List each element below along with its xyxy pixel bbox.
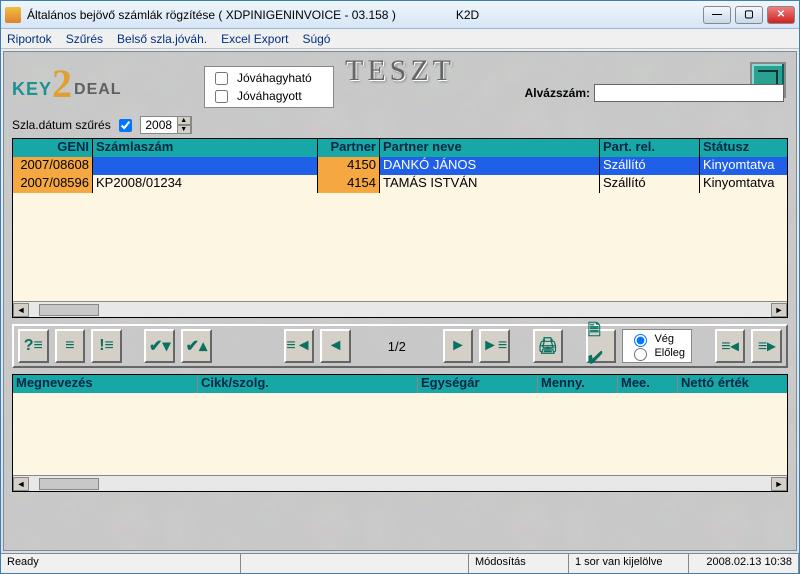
minimize-button[interactable]: —: [703, 6, 731, 24]
col-cikk[interactable]: Cikk/szolg.: [198, 375, 418, 393]
header-row: KEY2DEAL TESZT Jóváhagyható Jóváhagyott …: [4, 52, 796, 112]
invoice-grid: GENI Számlaszám Partner Partner neve Par…: [12, 138, 788, 318]
spin-down-icon[interactable]: ▼: [177, 125, 191, 134]
key2deal-logo: KEY2DEAL: [12, 72, 122, 107]
chk-jovahagyott[interactable]: Jóváhagyott: [211, 87, 327, 105]
doc-check-button[interactable]: 🗎✔: [586, 329, 617, 363]
scroll-thumb[interactable]: [39, 478, 99, 490]
filter-checkbox[interactable]: [119, 119, 132, 132]
list-button[interactable]: ≡: [55, 329, 86, 363]
col-megnevezes[interactable]: Megnevezés: [13, 375, 198, 393]
approve-down-button[interactable]: ✔▾: [144, 329, 175, 363]
help-button[interactable]: ?≡: [18, 329, 49, 363]
export-right-button[interactable]: ≡▸: [751, 329, 782, 363]
chk-jovahagyhato[interactable]: Jóváhagyható: [211, 69, 327, 87]
alvazszam-label: Alvázszám:: [525, 86, 590, 100]
first-page-button[interactable]: ≡◄: [284, 329, 315, 363]
col-netto[interactable]: Nettó érték: [678, 375, 787, 393]
col-statusz[interactable]: Státusz: [700, 139, 787, 157]
radio-veg[interactable]: Vég: [629, 332, 685, 346]
warn-list-button[interactable]: !≡: [91, 329, 122, 363]
scroll-thumb[interactable]: [39, 304, 99, 316]
status-ready: Ready: [1, 554, 241, 573]
close-button[interactable]: ✕: [767, 6, 795, 24]
radio-eloleg[interactable]: Előleg: [629, 346, 685, 360]
menubar: Riportok Szűrés Belső szla.jóváh. Excel …: [1, 29, 799, 49]
export-left-button[interactable]: ≡◂: [715, 329, 746, 363]
col-egysegar[interactable]: Egységár: [418, 375, 538, 393]
status-datetime: 2008.02.13 10:38: [689, 554, 799, 573]
app-icon: [5, 7, 21, 23]
scroll-left-icon[interactable]: ◄: [13, 303, 29, 317]
status-modositas: Módosítás: [469, 554, 569, 573]
print-button[interactable]: 🖨: [533, 329, 564, 363]
app-window: Általános bejövő számlák rögzítése ( XDP…: [0, 0, 800, 574]
col-part-rel[interactable]: Part. rel.: [600, 139, 700, 157]
last-page-button[interactable]: ►≡: [479, 329, 510, 363]
year-spinner[interactable]: ▲▼: [140, 116, 192, 134]
col-mee[interactable]: Mee.: [618, 375, 678, 393]
veg-eloleg-radio-group: Vég Előleg: [622, 329, 692, 363]
spin-up-icon[interactable]: ▲: [177, 116, 191, 125]
scroll-right-icon[interactable]: ►: [771, 303, 787, 317]
menu-sugo[interactable]: Súgó: [302, 32, 330, 46]
middle-toolbar: ?≡ ≡ !≡ ✔▾ ✔▴ ≡◄ ◄ 1/2 ► ►≡ 🖨 🗎✔ Vég Elő…: [12, 324, 788, 368]
scroll-left-icon[interactable]: ◄: [13, 477, 29, 491]
scroll-right-icon[interactable]: ►: [771, 477, 787, 491]
maximize-button[interactable]: ▢: [735, 6, 763, 24]
grid-row[interactable]: 2007/08608 4150 DANKÓ JÁNOS Szállító Kin…: [13, 157, 787, 175]
col-geni[interactable]: GENI: [13, 139, 93, 157]
detail-hscrollbar[interactable]: ◄ ►: [13, 475, 787, 491]
col-menny[interactable]: Menny.: [538, 375, 618, 393]
alvazszam-input[interactable]: [594, 84, 784, 102]
grid-header: GENI Számlaszám Partner Partner neve Par…: [13, 139, 787, 157]
approval-checkbox-group: Jóváhagyható Jóváhagyott: [204, 66, 334, 108]
page-indicator: 1/2: [357, 339, 437, 354]
grid-hscrollbar[interactable]: ◄ ►: [13, 301, 787, 317]
next-page-button[interactable]: ►: [443, 329, 474, 363]
status-selection: 1 sor van kijelölve: [569, 554, 689, 573]
menu-szures[interactable]: Szűrés: [66, 32, 103, 46]
window-title: Általános bejövő számlák rögzítése ( XDP…: [27, 8, 396, 22]
menu-riportok[interactable]: Riportok: [7, 32, 52, 46]
alvazszam-group: Alvázszám:: [525, 84, 784, 102]
titlebar: Általános bejövő számlák rögzítése ( XDP…: [1, 1, 799, 29]
col-partner[interactable]: Partner: [318, 139, 380, 157]
detail-grid-header: Megnevezés Cikk/szolg. Egységár Menny. M…: [13, 375, 787, 393]
col-partner-neve[interactable]: Partner neve: [380, 139, 600, 157]
menu-excel[interactable]: Excel Export: [221, 32, 288, 46]
client-area: KEY2DEAL TESZT Jóváhagyható Jóváhagyott …: [3, 51, 797, 551]
approve-up-button[interactable]: ✔▴: [181, 329, 212, 363]
menu-belso[interactable]: Belső szla.jóváh.: [117, 32, 207, 46]
detail-grid: Megnevezés Cikk/szolg. Egységár Menny. M…: [12, 374, 788, 492]
app-brand: K2D: [456, 8, 479, 22]
statusbar: Ready Módosítás 1 sor van kijelölve 2008…: [1, 553, 799, 573]
year-input[interactable]: [141, 117, 177, 133]
col-szamlaszam[interactable]: Számlaszám: [93, 139, 318, 157]
filter-row: Szla.dátum szűrés ▲▼: [4, 112, 796, 138]
grid-row[interactable]: 2007/08596 KP2008/01234 4154 TAMÁS ISTVÁ…: [13, 175, 787, 193]
watermark-teszt: TESZT: [345, 54, 455, 88]
prev-page-button[interactable]: ◄: [320, 329, 351, 363]
filter-label: Szla.dátum szűrés: [12, 118, 111, 132]
